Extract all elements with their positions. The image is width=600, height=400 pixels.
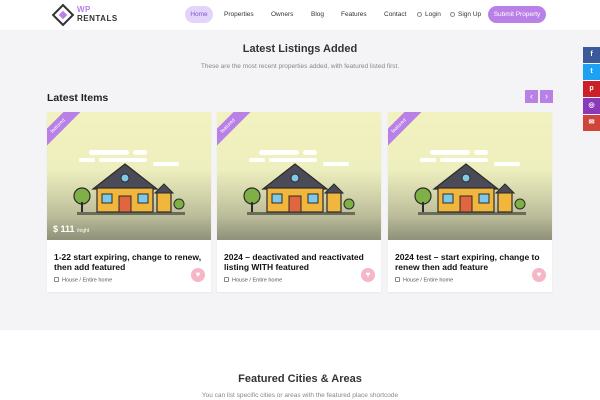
heart-icon: ♥ (195, 270, 201, 279)
listing-meta-text: House / Entire home (403, 277, 454, 284)
user-icon (417, 11, 422, 17)
nav-home[interactable]: Home (185, 0, 213, 30)
chevron-left-icon: ‹ (530, 91, 533, 101)
nav-owners[interactable]: Owners (271, 0, 293, 30)
listing-image[interactable]: featured $ 111 /night (47, 112, 211, 240)
home-type-icon (224, 277, 229, 282)
listing-image[interactable]: featured (388, 112, 552, 240)
favorite-button[interactable]: ♥ (532, 268, 546, 282)
signup-icon (450, 11, 455, 17)
carousel-next-button[interactable]: › (540, 90, 553, 103)
site-logo[interactable]: WP RENTALS (51, 3, 118, 27)
listing-meta-text: House / Entire home (62, 277, 113, 284)
featured-cities-title: Featured Cities & Areas (238, 373, 362, 385)
logo-text-wp: WP (77, 5, 91, 14)
listing-meta: House / Entire home (54, 277, 112, 284)
listing-meta-text: House / Entire home (232, 277, 283, 284)
listing-title[interactable]: 2024 – deactivated and reactivated listi… (224, 252, 374, 272)
featured-cities-subtitle: You can list specific cities or areas wi… (201, 392, 399, 399)
chevron-right-icon: › (545, 91, 548, 101)
latest-listings-subtitle: These are the most recent properties add… (200, 63, 400, 70)
logo-diamond-icon (51, 3, 75, 27)
listing-title[interactable]: 2024 test – start expiring, change to re… (395, 252, 545, 272)
listing-card[interactable]: featured 2024 – deactivated and reactiva… (217, 112, 381, 292)
listing-meta: House / Entire home (224, 277, 282, 284)
site-header: WP RENTALS Home Properties Owners Blog F… (0, 0, 600, 30)
listing-card[interactable]: featured 2024 test – start expiring, cha… (388, 112, 552, 292)
listing-price: $ 111 /night (53, 224, 89, 234)
nav-signup[interactable]: Sign Up (450, 0, 481, 30)
featured-cities-section (0, 330, 600, 400)
nav-login[interactable]: Login (417, 0, 441, 30)
facebook-icon: f (590, 51, 593, 58)
home-type-icon (54, 277, 59, 282)
carousel-prev-button[interactable]: ‹ (525, 90, 538, 103)
listing-title[interactable]: 1-22 start expiring, change to renew, th… (54, 252, 204, 272)
favorite-button[interactable]: ♥ (361, 268, 375, 282)
twitter-icon: t (590, 68, 593, 75)
price-unit: /night (77, 228, 90, 234)
nav-features[interactable]: Features (341, 0, 367, 30)
price-amount: $ 111 (53, 224, 75, 234)
listing-image[interactable]: featured (217, 112, 381, 240)
house-illustration (243, 150, 355, 215)
house-illustration (414, 150, 526, 215)
heart-icon: ♥ (536, 270, 542, 279)
nav-properties[interactable]: Properties (224, 0, 254, 30)
heart-icon: ♥ (365, 270, 371, 279)
nav-login-label: Login (425, 11, 441, 18)
latest-listings-title: Latest Listings Added (242, 43, 358, 55)
facebook-share-button[interactable]: f (583, 47, 600, 63)
home-type-icon (395, 277, 400, 282)
email-share-button[interactable]: ✉ (583, 115, 600, 131)
nav-signup-label: Sign Up (458, 11, 482, 18)
favorite-button[interactable]: ♥ (191, 268, 205, 282)
house-illustration (73, 150, 185, 215)
pinterest-icon: p (589, 85, 594, 92)
twitter-share-button[interactable]: t (583, 64, 600, 80)
listing-card[interactable]: featured $ 111 /night 1-22 start expirin… (47, 112, 211, 292)
submit-property-button[interactable]: Submit Property (488, 6, 546, 23)
latest-items-heading: Latest Items (47, 92, 109, 104)
logo-text-rentals: RENTALS (77, 14, 118, 23)
email-icon: ✉ (588, 119, 595, 126)
pinterest-share-button[interactable]: p (583, 81, 600, 97)
listing-meta: House / Entire home (395, 277, 453, 284)
nav-blog[interactable]: Blog (311, 0, 324, 30)
nav-contact[interactable]: Contact (384, 0, 406, 30)
instagram-share-button[interactable]: ◎ (583, 98, 600, 114)
instagram-icon: ◎ (588, 102, 595, 109)
